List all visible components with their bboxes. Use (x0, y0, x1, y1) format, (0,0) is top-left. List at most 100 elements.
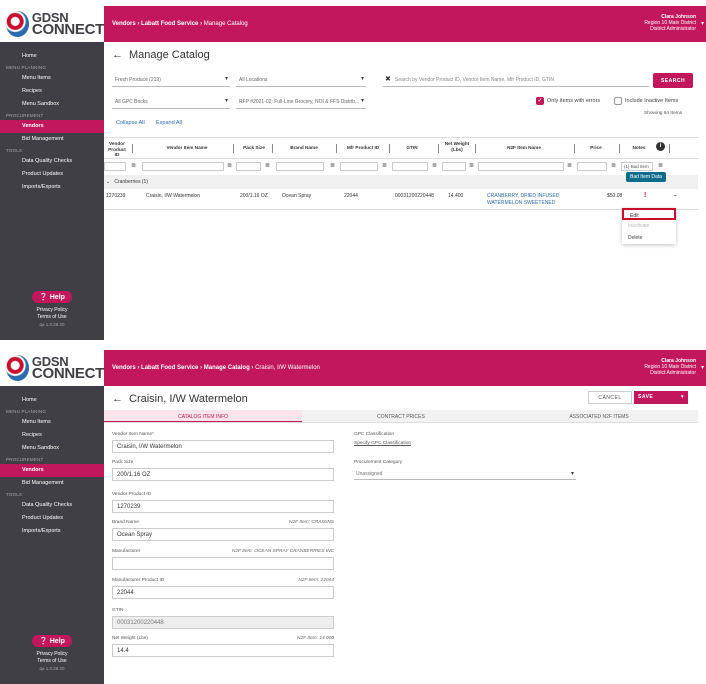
funnel-icon[interactable]: ≣ (611, 162, 616, 169)
collapse-all-link[interactable]: Collapse All (116, 120, 145, 126)
nav-menu-sandbox[interactable]: Menu Sandbox (0, 442, 104, 455)
gpc-link[interactable]: Specify GPC Classification (354, 441, 411, 446)
nav-data-quality[interactable]: Data Quality Checks (0, 155, 104, 168)
gdsn-logo[interactable]: GDSN CONNECT (0, 6, 104, 42)
crumb-labatt[interactable]: Labatt Food Service (141, 21, 198, 27)
nav-vendors[interactable]: Vendors (0, 464, 104, 477)
cell-n2f-line1[interactable]: CRANBERRY, DRIED INFUSED (487, 193, 559, 199)
group-row[interactable]: ⌄ Cranberries (1) (104, 175, 698, 189)
nav-vendors[interactable]: Vendors (0, 120, 104, 133)
funnel-icon[interactable]: ≣ (567, 162, 572, 169)
filter-input[interactable] (104, 162, 126, 171)
funnel-icon[interactable]: ≣ (658, 162, 663, 169)
crumb-vendors[interactable]: Vendors (112, 21, 136, 27)
search-button[interactable]: SEARCH (653, 73, 693, 88)
nav-home[interactable]: Home (0, 394, 104, 407)
gpc-brick-select[interactable]: All GPC Bricks ▾ (112, 95, 230, 109)
nav-bid-management[interactable]: Bid Management (0, 133, 104, 146)
funnel-icon[interactable]: ≣ (330, 162, 335, 169)
back-arrow-icon[interactable]: ← (112, 49, 123, 61)
error-flag-icon[interactable]: ! (644, 192, 646, 199)
col-gtin[interactable]: GTIN (392, 145, 432, 151)
back-arrow-icon[interactable]: ← (112, 393, 123, 405)
clear-icon[interactable]: ✖ (385, 75, 391, 83)
help-button[interactable]: ❔ Help (32, 291, 72, 303)
nav-recipes[interactable]: Recipes (0, 85, 104, 98)
user-menu[interactable]: Clara Johnson Region 10 Main District Di… (644, 14, 704, 32)
filter-input[interactable] (478, 162, 564, 171)
crumb-manage-catalog[interactable]: Manage Catalog (204, 365, 250, 371)
terms-link[interactable]: Terms of Use (0, 314, 104, 321)
group-caret-icon[interactable]: ⌄ (106, 179, 110, 185)
funnel-icon[interactable]: ≣ (227, 162, 232, 169)
row-actions-icon[interactable]: – (674, 193, 677, 199)
col-notes[interactable]: Notes (624, 145, 654, 151)
col-pack-size[interactable]: Pack Size (236, 145, 272, 151)
col-n2f-name[interactable]: N2F Item Name (478, 145, 570, 151)
funnel-icon[interactable]: ≣ (469, 162, 474, 169)
funnel-icon[interactable]: ≣ (432, 162, 437, 169)
gdsn-logo[interactable]: GDSN CONNECT (0, 350, 104, 386)
col-vendor-name[interactable]: Vendor Item Name (142, 145, 232, 151)
filter-input[interactable] (340, 162, 378, 171)
nav-product-updates[interactable]: Product Updates (0, 512, 104, 525)
rfp-select[interactable]: RFP #2021-02: Full-Line Grocery, NOI & F… (236, 95, 366, 109)
nav-imports-exports[interactable]: Imports/Exports (0, 525, 104, 538)
cell-n2f-line2[interactable]: WATERMELON SWEETENED (487, 200, 555, 206)
crumb-labatt[interactable]: Labatt Food Service (141, 365, 198, 371)
nav-product-updates[interactable]: Product Updates (0, 168, 104, 181)
menu-delete[interactable]: Delete (622, 232, 676, 244)
nav-menu-items[interactable]: Menu Items (0, 72, 104, 85)
cancel-button[interactable]: CANCEL (588, 391, 632, 404)
net-weight-input[interactable]: 14.4 (112, 644, 334, 657)
brand-name-input[interactable]: Ocean Spray (112, 528, 334, 541)
tab-catalog-item-info[interactable]: CATALOG ITEM INFO (104, 410, 302, 422)
notes-filter[interactable]: (1) Bad Item (621, 162, 653, 171)
crumb-vendors[interactable]: Vendors (112, 365, 136, 371)
only-errors-checkbox[interactable]: ✓ Only items with errors (536, 97, 600, 105)
filter-input[interactable] (442, 162, 466, 171)
filter-input[interactable] (276, 162, 324, 171)
col-brand[interactable]: Brand Name (276, 145, 332, 151)
nav-recipes[interactable]: Recipes (0, 429, 104, 442)
menu-edit[interactable]: Edit (622, 208, 676, 220)
funnel-icon[interactable]: ≣ (131, 162, 136, 169)
tab-associated-n2f[interactable]: ASSOCIATED N2F ITEMS (500, 410, 698, 422)
expand-all-link[interactable]: Expand All (156, 120, 182, 126)
privacy-link[interactable]: Privacy Policy (0, 307, 104, 314)
table-row[interactable]: 1270239 Craisin, I/W Watermelon 200/1.16… (104, 190, 698, 210)
menu-inactivate[interactable]: Inactivate (622, 220, 676, 232)
funnel-icon[interactable]: ≣ (265, 162, 270, 169)
save-button[interactable]: SAVE ▾ (634, 391, 688, 404)
mfr-pid-input[interactable]: 22044 (112, 586, 334, 599)
inactive-checkbox[interactable]: Include Inactive Items (614, 97, 678, 105)
vendor-pid-input[interactable]: 1270239 (112, 500, 334, 513)
help-button[interactable]: ❔ Help (32, 635, 72, 647)
nav-imports-exports[interactable]: Imports/Exports (0, 181, 104, 194)
vendor-item-name-input[interactable]: Craisin, I/W Watermelon (112, 440, 334, 453)
user-menu[interactable]: Clara Johnson Region 10 Main District Di… (644, 358, 704, 376)
terms-link[interactable]: Terms of Use (0, 658, 104, 665)
procurement-category-select[interactable]: Unassigned ▾ (354, 468, 576, 480)
funnel-icon[interactable]: ≣ (382, 162, 387, 169)
manufacturer-input[interactable] (112, 557, 334, 570)
nav-menu-items[interactable]: Menu Items (0, 416, 104, 429)
info-icon[interactable]: i (656, 142, 665, 151)
col-mfr-pid[interactable]: Mfr Product ID (339, 145, 387, 151)
filter-input[interactable] (392, 162, 428, 171)
search-input[interactable]: ✖ Search by Vendor Product ID, Vendor Ite… (383, 73, 649, 87)
col-net-weight[interactable]: Net Weight (Lbs) (442, 141, 472, 152)
col-price[interactable]: Price (578, 145, 614, 151)
filter-input[interactable] (142, 162, 224, 171)
pack-size-input[interactable]: 200/1.16 OZ (112, 468, 334, 481)
nav-home[interactable]: Home (0, 50, 104, 63)
col-vendor-pid[interactable]: Vendor Product ID (106, 141, 128, 158)
nav-data-quality[interactable]: Data Quality Checks (0, 499, 104, 512)
nav-bid-management[interactable]: Bid Management (0, 477, 104, 490)
filter-input[interactable] (236, 162, 261, 171)
privacy-link[interactable]: Privacy Policy (0, 651, 104, 658)
location-select[interactable]: All Locations ▾ (236, 73, 366, 87)
category-select[interactable]: Fresh Produce (219) ▾ (112, 73, 230, 87)
filter-input[interactable] (577, 162, 607, 171)
tab-contract-prices[interactable]: CONTRACT PRICES (302, 410, 500, 422)
